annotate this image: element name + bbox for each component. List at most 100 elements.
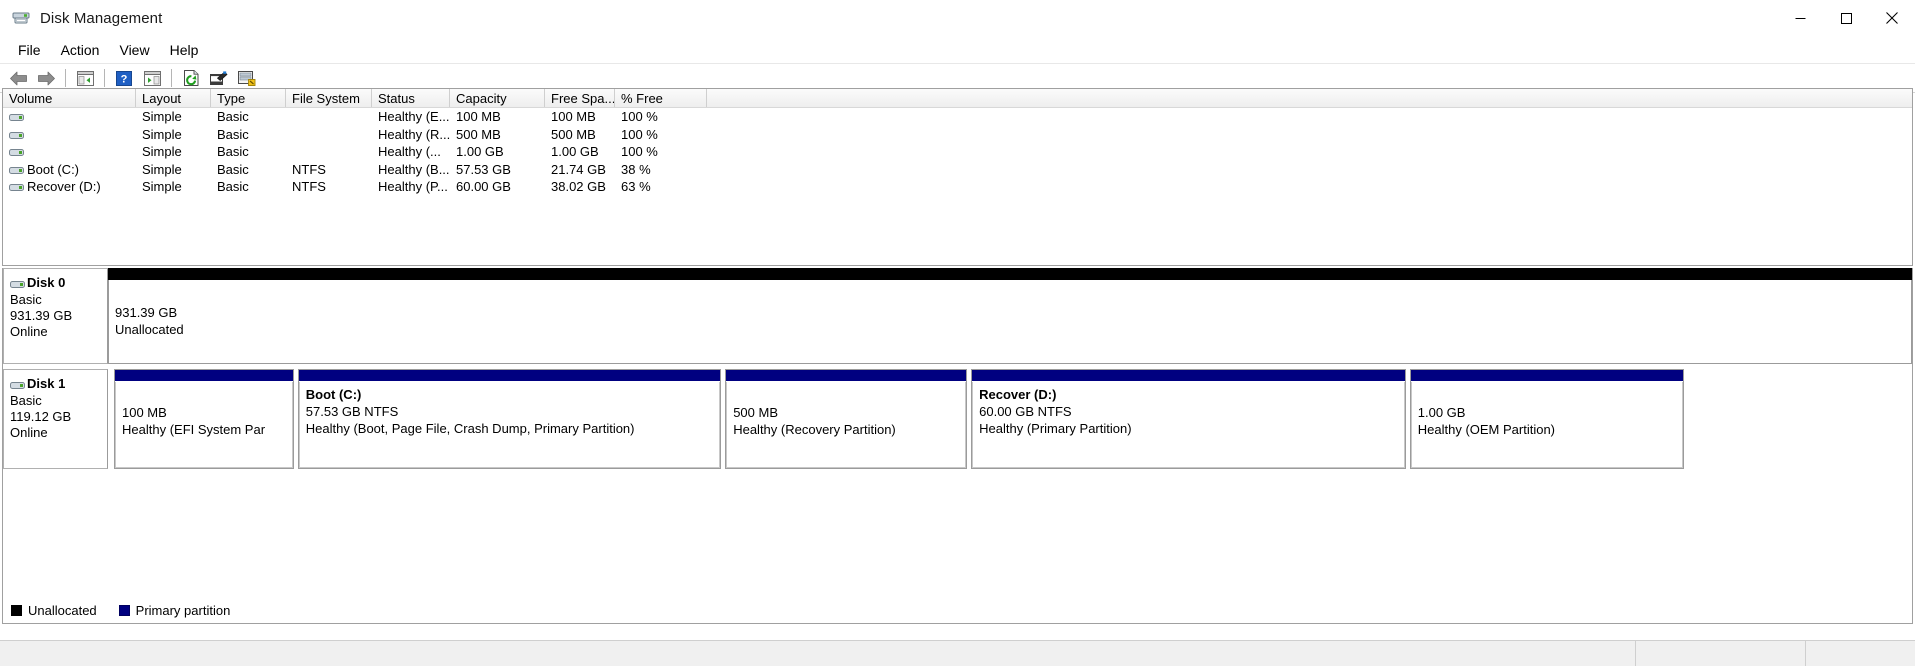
back-arrow-icon[interactable] bbox=[5, 66, 31, 90]
volume-list-header: Volume Layout Type File System Status Ca… bbox=[3, 89, 1912, 108]
legend-label-primary-partition: Primary partition bbox=[135, 603, 231, 618]
table-row[interactable]: Simple Basic Healthy (R... 500 MB 500 MB… bbox=[3, 126, 1912, 144]
partition-size: 931.39 GB bbox=[115, 305, 178, 320]
disk-row-disk-0[interactable]: Disk 0 Basic 931.39 GB Online 931.39 GB … bbox=[3, 268, 1912, 364]
maximize-button[interactable] bbox=[1823, 0, 1869, 36]
partition-color-bar bbox=[108, 268, 1912, 280]
window-controls bbox=[1777, 0, 1915, 36]
partition-status: Healthy (Boot, Page File, Crash Dump, Pr… bbox=[305, 421, 635, 436]
cell-volume bbox=[3, 111, 136, 122]
volume-icon bbox=[9, 111, 24, 122]
rescan-disks-icon[interactable] bbox=[178, 66, 204, 90]
disk-status: Online bbox=[10, 425, 48, 440]
partition-name: Boot (C:) bbox=[305, 387, 362, 402]
partition-details: Recover (D:) 60.00 GB NTFS Healthy (Prim… bbox=[972, 382, 1405, 468]
cell-volume-text: Boot (C:) bbox=[27, 161, 80, 177]
status-bar bbox=[0, 640, 1915, 666]
volume-icon bbox=[9, 164, 24, 175]
minimize-button[interactable] bbox=[1777, 0, 1823, 36]
menu-item-file[interactable]: File bbox=[8, 39, 51, 61]
column-header-filler bbox=[707, 89, 1912, 107]
cell-capacity: 100 MB bbox=[456, 109, 501, 125]
column-header-type[interactable]: Type bbox=[211, 89, 286, 107]
partition-status: Unallocated bbox=[115, 322, 184, 337]
legend-label-unallocated: Unallocated bbox=[28, 603, 97, 618]
disk-type: Basic bbox=[10, 292, 42, 307]
cell-free-space: 500 MB bbox=[551, 126, 596, 142]
table-row[interactable]: Simple Basic Healthy (E... 100 MB 100 MB… bbox=[3, 108, 1912, 126]
disk-title-disk-1: Disk 1 bbox=[10, 376, 107, 392]
create-vhd-icon[interactable] bbox=[234, 66, 260, 90]
disk-status: Online bbox=[10, 324, 48, 339]
menu-item-view[interactable]: View bbox=[109, 39, 159, 61]
cell-type: Basic bbox=[217, 126, 249, 142]
cell-capacity: 500 MB bbox=[456, 126, 501, 142]
show-hide-console-tree-icon[interactable] bbox=[72, 66, 98, 90]
disk-size: 119.12 GB bbox=[10, 409, 72, 424]
partition-recovery[interactable]: 500 MB Healthy (Recovery Partition) bbox=[725, 369, 968, 469]
properties-icon[interactable] bbox=[206, 66, 232, 90]
menu-item-help[interactable]: Help bbox=[160, 39, 209, 61]
partition-size: 100 MB bbox=[122, 405, 167, 420]
status-bar-section-2 bbox=[1636, 641, 1806, 666]
partition-color-bar bbox=[115, 370, 293, 382]
partition-status: Healthy (EFI System Par bbox=[122, 422, 266, 437]
column-header-percent-free[interactable]: % Free bbox=[615, 89, 707, 107]
column-header-volume[interactable]: Volume bbox=[3, 89, 136, 107]
disk-name: Disk 1 bbox=[27, 376, 66, 391]
cell-type: Basic bbox=[217, 179, 249, 195]
disk-0-partitions: 931.39 GB Unallocated bbox=[108, 268, 1912, 364]
column-header-status[interactable]: Status bbox=[372, 89, 450, 107]
column-header-layout[interactable]: Layout bbox=[136, 89, 211, 107]
cell-type: Basic bbox=[217, 109, 249, 125]
partition-status: Healthy (Recovery Partition) bbox=[733, 422, 896, 437]
disk-info-disk-0[interactable]: Disk 0 Basic 931.39 GB Online bbox=[3, 268, 108, 364]
partition-recover-d[interactable]: Recover (D:) 60.00 GB NTFS Healthy (Prim… bbox=[971, 369, 1406, 469]
help-icon[interactable]: ? bbox=[111, 66, 137, 90]
title-bar: Disk Management bbox=[0, 0, 1915, 37]
toolbar-separator bbox=[65, 69, 66, 87]
disk-info-disk-1[interactable]: Disk 1 Basic 119.12 GB Online bbox=[3, 369, 108, 469]
column-header-file-system[interactable]: File System bbox=[286, 89, 372, 107]
table-row[interactable]: Simple Basic Healthy (... 1.00 GB 1.00 G… bbox=[3, 143, 1912, 161]
volume-list-rows: Simple Basic Healthy (E... 100 MB 100 MB… bbox=[3, 108, 1912, 196]
column-header-free-space[interactable]: Free Spa... bbox=[545, 89, 615, 107]
svg-text:?: ? bbox=[121, 73, 128, 85]
column-header-capacity[interactable]: Capacity bbox=[450, 89, 545, 107]
cell-percent-free: 100 % bbox=[621, 144, 658, 160]
cell-layout: Simple bbox=[142, 179, 182, 195]
cell-capacity: 57.53 GB bbox=[456, 161, 511, 177]
disk-icon bbox=[10, 379, 25, 390]
disk-size: 931.39 GB bbox=[10, 308, 73, 323]
menu-item-action[interactable]: Action bbox=[51, 39, 110, 61]
partition-size: 500 MB bbox=[733, 405, 779, 420]
cell-capacity: 1.00 GB bbox=[456, 144, 504, 160]
show-hide-action-pane-icon[interactable] bbox=[139, 66, 165, 90]
partition-boot-c[interactable]: Boot (C:) 57.53 GB NTFS Healthy (Boot, P… bbox=[297, 369, 722, 469]
partition-name: Recover (D:) bbox=[979, 387, 1057, 402]
partition-size: 1.00 GB bbox=[1417, 405, 1466, 420]
cell-status: Healthy (R... bbox=[378, 126, 450, 142]
partition-status: Healthy (Primary Partition) bbox=[979, 421, 1132, 436]
partition-color-bar bbox=[972, 370, 1405, 382]
cell-status: Healthy (... bbox=[378, 144, 441, 160]
cell-capacity: 60.00 GB bbox=[456, 179, 511, 195]
legend-item-unallocated: Unallocated bbox=[11, 603, 97, 618]
cell-volume bbox=[3, 129, 136, 140]
cell-type: Basic bbox=[217, 161, 249, 177]
close-button[interactable] bbox=[1869, 0, 1915, 36]
partition-unallocated[interactable]: 931.39 GB Unallocated bbox=[108, 268, 1912, 364]
cell-layout: Simple bbox=[142, 109, 182, 125]
toolbar-separator bbox=[171, 69, 172, 87]
partition-oem[interactable]: 1.00 GB Healthy (OEM Partition) bbox=[1409, 369, 1684, 469]
legend-swatch-unallocated bbox=[11, 605, 22, 616]
forward-arrow-icon[interactable] bbox=[33, 66, 59, 90]
disk-icon bbox=[10, 278, 25, 289]
partition-details: 931.39 GB Unallocated bbox=[108, 280, 1912, 364]
partition-efi-system[interactable]: 100 MB Healthy (EFI System Par bbox=[114, 369, 294, 469]
disk-row-disk-1[interactable]: Disk 1 Basic 119.12 GB Online 100 MB Hea… bbox=[3, 369, 1912, 469]
table-row[interactable]: Boot (C:) Simple Basic NTFS Healthy (B..… bbox=[3, 161, 1912, 179]
disk-name: Disk 0 bbox=[27, 275, 66, 290]
table-row[interactable]: Recover (D:) Simple Basic NTFS Healthy (… bbox=[3, 178, 1912, 196]
partition-size: 60.00 GB NTFS bbox=[979, 404, 1072, 419]
